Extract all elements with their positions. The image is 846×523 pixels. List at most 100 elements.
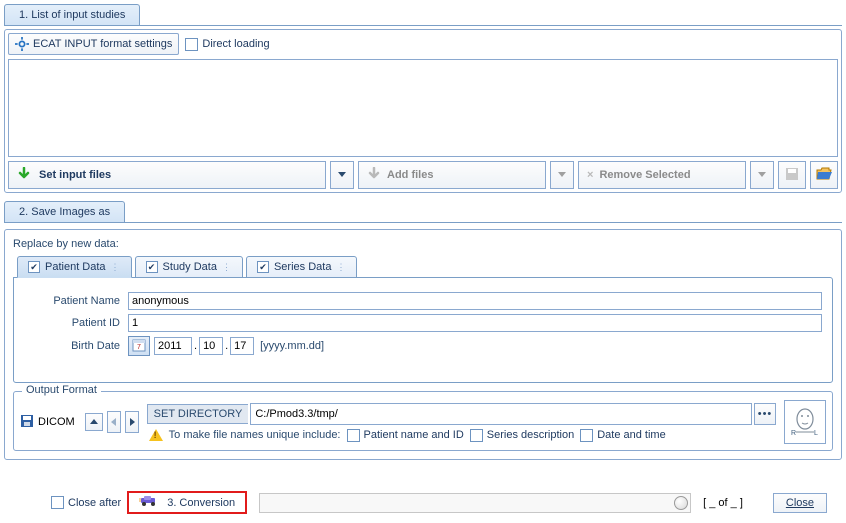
replace-tabs: ✔ Patient Data ⋮ ✔ Study Data ⋮ ✔ Series…	[17, 256, 837, 278]
birth-date-row: Birth Date 7 . . [yyyy.mm.dd]	[24, 336, 822, 356]
patient-id-label: Patient ID	[24, 317, 128, 329]
calendar-button[interactable]: 7	[128, 336, 150, 356]
tab-series-data[interactable]: ✔ Series Data ⋮	[246, 256, 357, 278]
checkbox-checked-icon: ✔	[146, 261, 158, 273]
include-series-checkbox[interactable]: Series description	[470, 429, 574, 442]
chevron-down-icon	[558, 172, 566, 178]
ecat-settings-button[interactable]: ECAT INPUT format settings	[8, 33, 179, 55]
section1-tab-strip: 1. List of input studies	[4, 4, 842, 26]
birth-month-input[interactable]	[199, 337, 223, 355]
output-format-legend: Output Format	[22, 384, 101, 396]
remove-disabled-icon: ×	[587, 169, 593, 181]
include-series-label: Series description	[487, 429, 574, 441]
dicom-selector: DICOM	[20, 411, 139, 433]
svg-text:7: 7	[137, 344, 141, 351]
birth-date-format-hint: [yyyy.mm.dd]	[260, 340, 324, 352]
include-datetime-label: Date and time	[597, 429, 665, 441]
replace-by-new-data-label: Replace by new data:	[13, 238, 837, 250]
gear-icon	[15, 37, 29, 51]
open-folder-button[interactable]	[810, 161, 838, 189]
directory-input[interactable]	[250, 403, 752, 425]
format-next-button[interactable]	[125, 411, 139, 433]
close-button[interactable]: Close	[773, 493, 827, 513]
section2-panel: Replace by new data: ✔ Patient Data ⋮ ✔ …	[4, 229, 842, 460]
tab-dots-icon: ⋮	[222, 262, 232, 273]
orientation-icon: R L	[790, 405, 820, 440]
section2-tab-strip: 2. Save Images as	[4, 201, 842, 223]
tab-dots-icon: ⋮	[336, 262, 346, 273]
checkbox-checked-icon: ✔	[257, 261, 269, 273]
svg-text:L: L	[814, 430, 818, 437]
file-buttons-row: Set input files Add files × Remove Selec…	[8, 161, 838, 189]
orientation-button[interactable]: R L	[784, 400, 826, 444]
include-patient-checkbox[interactable]: Patient name and ID	[347, 429, 464, 442]
birth-day-input[interactable]	[230, 337, 254, 355]
tab-save-images-as[interactable]: 2. Save Images as	[4, 201, 125, 222]
include-datetime-checkbox[interactable]: Date and time	[580, 429, 665, 442]
section1-toolbar: ECAT INPUT format settings Direct loadin…	[8, 33, 838, 55]
directory-block: SET DIRECTORY ••• To make file names uni…	[147, 403, 776, 442]
filename-hint-prefix: To make file names unique include:	[169, 429, 341, 441]
set-directory-label: SET DIRECTORY	[147, 404, 249, 424]
input-studies-list[interactable]	[8, 59, 838, 157]
chevron-down-icon	[758, 172, 766, 178]
chevron-down-icon	[338, 172, 346, 178]
warning-icon	[149, 429, 163, 441]
dicom-label: DICOM	[38, 416, 75, 428]
progress-knob-icon	[674, 496, 688, 510]
disk-icon	[20, 414, 34, 431]
car-icon	[139, 495, 159, 510]
format-collapse-button[interactable]	[85, 413, 103, 431]
chevron-left-icon	[111, 418, 117, 426]
conversion-button[interactable]: 3. Conversion	[127, 491, 247, 514]
close-after-checkbox[interactable]: Close after	[51, 496, 121, 509]
add-files-button[interactable]: Add files	[358, 161, 546, 189]
svg-text:R: R	[791, 430, 796, 437]
ecat-settings-label: ECAT INPUT format settings	[33, 38, 172, 50]
patient-name-label: Patient Name	[24, 295, 128, 307]
save-disabled-button[interactable]	[778, 161, 806, 189]
add-files-dropdown[interactable]	[550, 161, 574, 189]
chevron-right-icon	[129, 418, 135, 426]
open-folder-icon	[816, 167, 832, 184]
set-input-files-dropdown[interactable]	[330, 161, 354, 189]
download-arrow-disabled-icon	[367, 167, 381, 184]
save-disabled-icon	[785, 167, 799, 184]
checkbox-box-icon	[185, 38, 198, 51]
format-prev-button[interactable]	[107, 411, 121, 433]
tab-list-input-studies[interactable]: 1. List of input studies	[4, 4, 140, 25]
dot-separator: .	[194, 340, 197, 352]
remove-selected-button[interactable]: × Remove Selected	[578, 161, 746, 189]
patient-data-panel: Patient Name Patient ID Birth Date 7 . .…	[13, 277, 833, 383]
tab-series-data-label: Series Data	[274, 261, 331, 273]
patient-id-row: Patient ID	[24, 314, 822, 332]
set-input-files-label: Set input files	[39, 169, 111, 181]
tab-patient-data-label: Patient Data	[45, 261, 106, 273]
patient-id-input[interactable]	[128, 314, 822, 332]
section1-panel: ECAT INPUT format settings Direct loadin…	[4, 29, 842, 193]
bottom-left-group: Close after 3. Conversion	[51, 491, 247, 514]
dot-separator: .	[225, 340, 228, 352]
checkbox-checked-icon: ✔	[28, 261, 40, 273]
direct-loading-checkbox[interactable]: Direct loading	[185, 38, 269, 51]
bottom-right-group: [ _ of _ ] Close	[703, 493, 827, 513]
checkbox-box-icon	[580, 429, 593, 442]
output-format-box: Output Format DICOM SET DIRECTORY •••	[13, 391, 833, 451]
close-after-label: Close after	[68, 497, 121, 509]
tab-patient-data[interactable]: ✔ Patient Data ⋮	[17, 256, 132, 278]
birth-year-input[interactable]	[154, 337, 192, 355]
tab-study-data[interactable]: ✔ Study Data ⋮	[135, 256, 243, 278]
download-arrow-icon	[17, 167, 31, 184]
remove-selected-dropdown[interactable]	[750, 161, 774, 189]
conversion-label: 3. Conversion	[167, 497, 235, 509]
patient-name-input[interactable]	[128, 292, 822, 310]
remove-selected-label: Remove Selected	[599, 169, 690, 181]
tab-dots-icon: ⋮	[111, 262, 121, 273]
directory-browse-button[interactable]: •••	[754, 403, 776, 425]
calendar-icon: 7	[132, 338, 146, 355]
include-patient-label: Patient name and ID	[364, 429, 464, 441]
page-indicator: [ _ of _ ]	[703, 497, 743, 509]
set-input-files-button[interactable]: Set input files	[8, 161, 326, 189]
checkbox-box-icon	[51, 496, 64, 509]
birth-date-label: Birth Date	[24, 340, 128, 352]
